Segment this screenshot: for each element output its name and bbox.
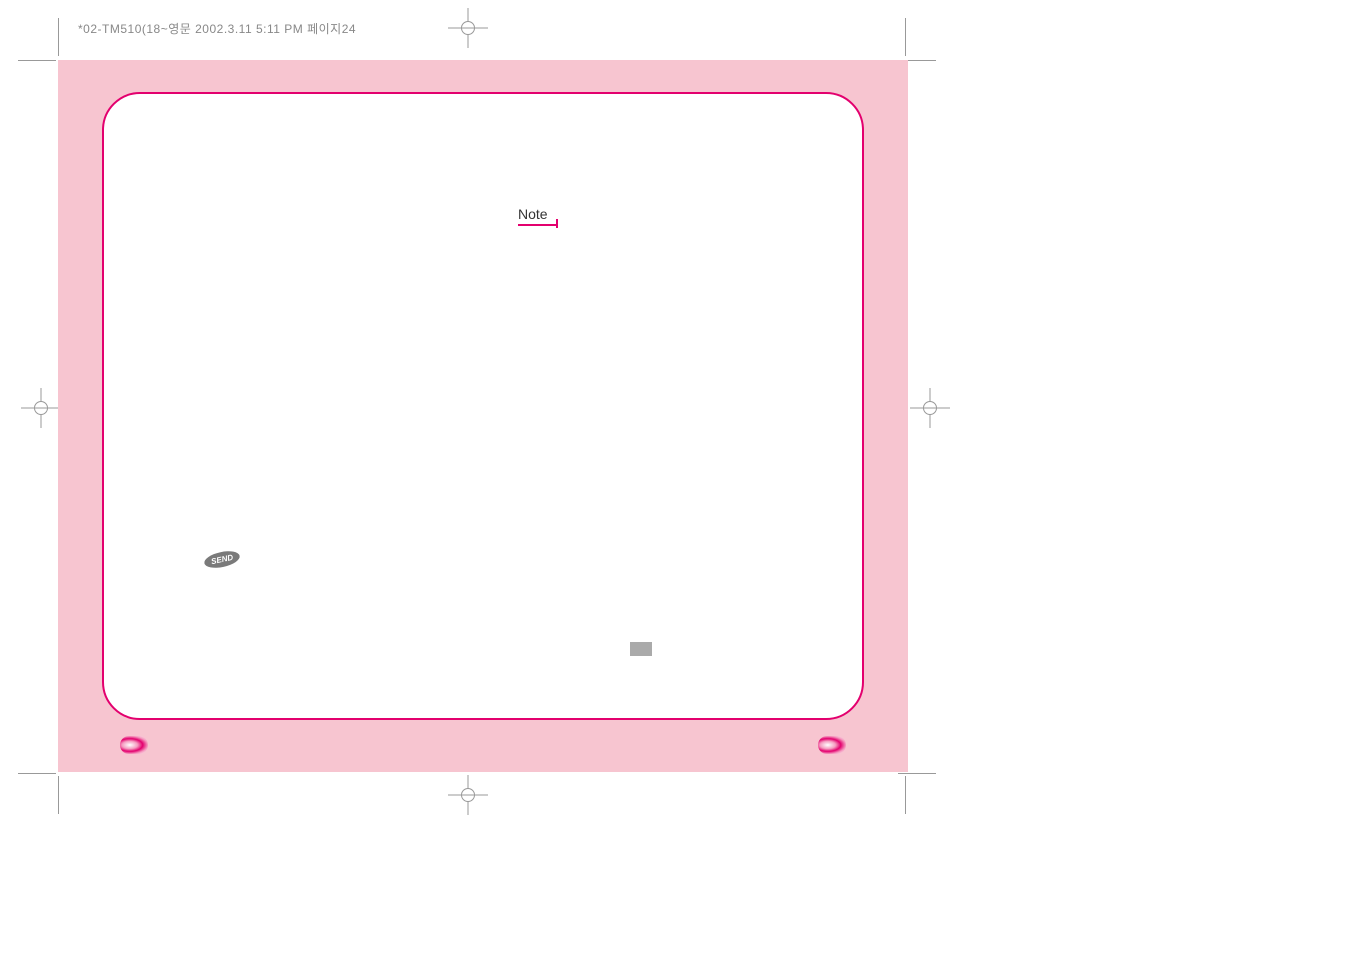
registration-mark-bottom	[448, 775, 488, 815]
send-key-icon: SEND	[203, 548, 242, 570]
page-background: Note SEND	[58, 60, 908, 772]
gray-rectangle	[630, 642, 652, 656]
decorative-pill-left	[120, 736, 148, 754]
note-underline	[518, 224, 556, 226]
crop-mark	[905, 776, 906, 814]
crop-mark	[905, 18, 906, 56]
decorative-pill-right	[818, 736, 846, 754]
content-panel: Note SEND	[102, 92, 864, 720]
crop-mark	[58, 18, 59, 56]
note-heading: Note	[518, 206, 548, 222]
registration-mark-right	[910, 388, 950, 428]
crop-mark	[18, 773, 56, 774]
crop-mark	[58, 776, 59, 814]
print-header: *02-TM510(18~영문 2002.3.11 5:11 PM 페이지24	[78, 20, 356, 37]
crop-mark	[18, 60, 56, 61]
registration-mark-top	[448, 8, 488, 48]
registration-mark-left	[21, 388, 61, 428]
crop-mark	[898, 773, 936, 774]
